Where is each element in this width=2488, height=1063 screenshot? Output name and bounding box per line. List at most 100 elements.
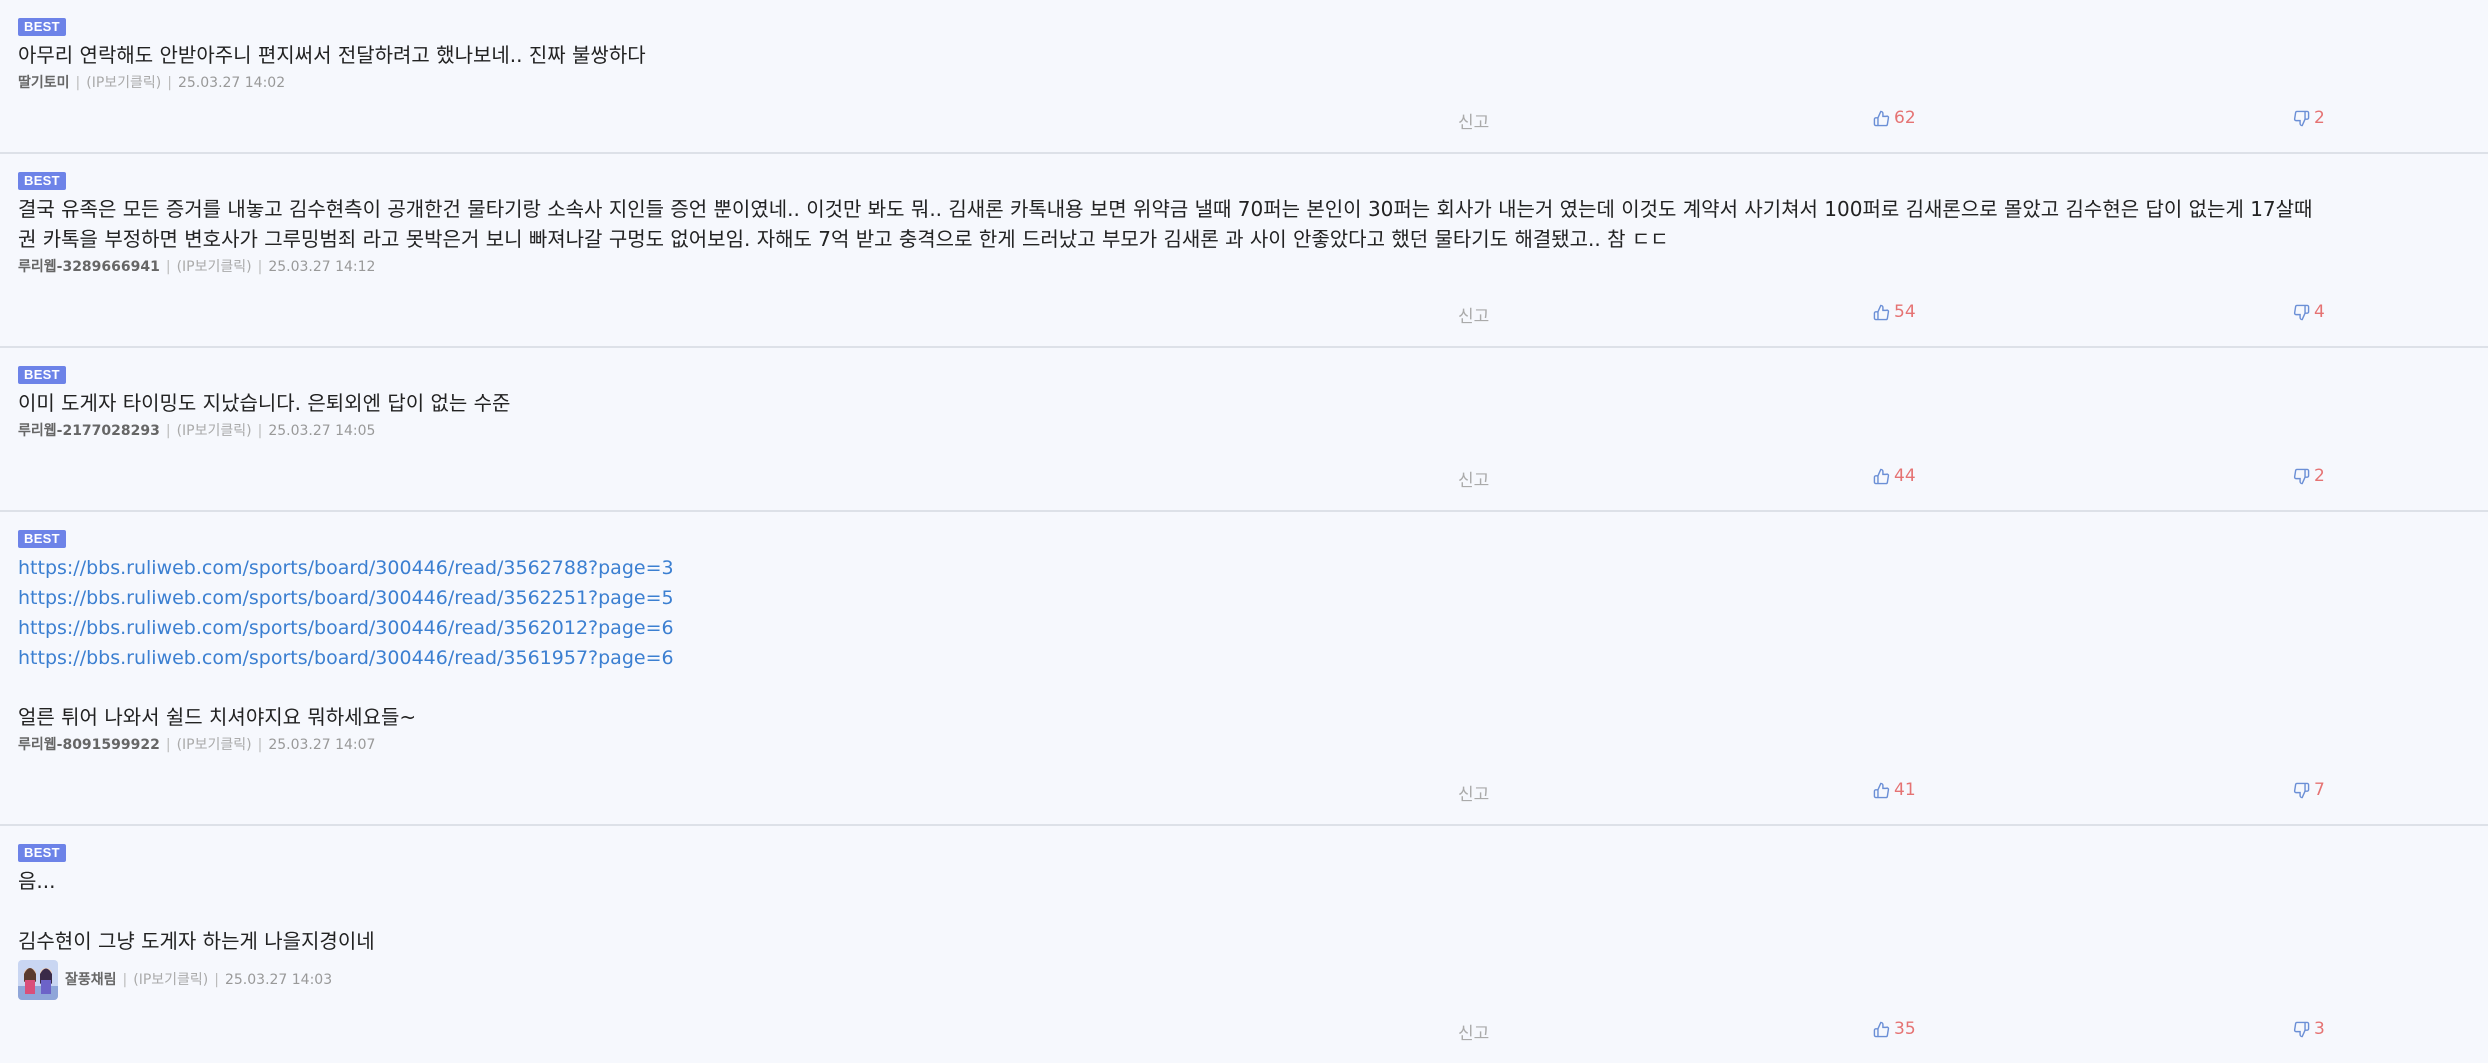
comment-link[interactable]: https://bbs.ruliweb.com/sports/board/300…	[18, 557, 674, 579]
comment-meta: 루리웹-3289666941 | (IP보기클릭) | 25.03.27 14:…	[18, 256, 2488, 278]
comment-item: BEST 결국 유족은 모든 증거를 내놓고 김수현측이 공개한건 물타기랑 소…	[0, 154, 2488, 348]
dislike-count: 3	[2314, 1019, 2325, 1039]
comment-actions: 신고 41 7	[0, 780, 2488, 805]
like-count: 44	[1894, 466, 1916, 486]
comment-link-line: https://bbs.ruliweb.com/sports/board/300…	[18, 582, 2488, 612]
comment-time: 25.03.27 14:07	[268, 737, 376, 753]
best-badge: BEST	[18, 18, 66, 36]
comment-link-line: https://bbs.ruliweb.com/sports/board/300…	[18, 552, 2488, 582]
author-name[interactable]: 루리웹-3289666941	[18, 256, 160, 278]
like-button[interactable]: 44	[1873, 466, 1916, 486]
like-count: 41	[1894, 780, 1916, 800]
meta-separator: |	[122, 972, 128, 988]
dislike-count: 2	[2314, 466, 2325, 486]
dislike-button[interactable]: 4	[2293, 302, 2325, 322]
best-badge: BEST	[18, 530, 66, 548]
comment-text: 아무리 연락해도 안받아주니 편지써서 전달하려고 했나보네.. 진짜 불쌍하다	[18, 40, 2488, 70]
comment-link[interactable]: https://bbs.ruliweb.com/sports/board/300…	[18, 617, 674, 639]
author-name[interactable]: 루리웹-8091599922	[18, 734, 160, 756]
best-badge: BEST	[18, 844, 66, 862]
dislike-count: 2	[2314, 108, 2325, 128]
comment-time: 25.03.27 14:12	[268, 259, 376, 275]
comment-line: 이미 도게자 타이밍도 지났습니다. 은퇴외엔 답이 없는 수준	[18, 391, 511, 415]
report-button[interactable]: 신고	[1458, 1019, 1489, 1044]
thumbs-down-icon	[2293, 110, 2310, 126]
thumbs-down-icon	[2293, 1021, 2310, 1037]
comment-text: 음... 김수현이 그냥 도게자 하는게 나을지경이네	[18, 866, 2488, 956]
dislike-count: 4	[2314, 302, 2325, 322]
comment-meta: 딸기토미 | (IP보기클릭) | 25.03.27 14:02	[18, 72, 2488, 94]
ip-view-link[interactable]: (IP보기클릭)	[177, 256, 252, 278]
comment-line: 얼른 튀어 나와서 쉴드 치셔야지요 뭐하세요들~	[18, 705, 417, 729]
thumbs-up-icon	[1873, 110, 1890, 126]
thumbs-down-icon	[2293, 468, 2310, 484]
comment-text: 이미 도게자 타이밍도 지났습니다. 은퇴외엔 답이 없는 수준	[18, 388, 2488, 418]
like-count: 35	[1894, 1019, 1916, 1039]
comment-line: 김수현이 그냥 도게자 하는게 나을지경이네	[18, 929, 375, 953]
meta-separator: |	[214, 972, 219, 988]
comment-meta: 루리웹-8091599922 | (IP보기클릭) | 25.03.27 14:…	[18, 734, 2488, 756]
comment-item: BEST 아무리 연락해도 안받아주니 편지써서 전달하려고 했나보네.. 진짜…	[0, 0, 2488, 154]
comment-line: 음...	[18, 869, 56, 893]
comment-actions: 신고 35 3	[0, 1019, 2488, 1044]
author-name[interactable]: 잘풍채림	[65, 969, 117, 991]
comment-time: 25.03.27 14:02	[177, 75, 286, 91]
like-button[interactable]: 41	[1873, 780, 1916, 800]
comment-actions: 신고 62 2	[0, 108, 2488, 133]
meta-separator: |	[257, 423, 263, 439]
ip-view-link[interactable]: (IP보기클릭)	[177, 734, 252, 756]
thumbs-up-icon	[1873, 304, 1890, 320]
comment-link[interactable]: https://bbs.ruliweb.com/sports/board/300…	[18, 647, 674, 669]
meta-separator: |	[165, 737, 171, 753]
comment-link-line: https://bbs.ruliweb.com/sports/board/300…	[18, 642, 2488, 672]
thumbs-up-icon	[1873, 468, 1890, 484]
comment-meta: 잘풍채림 | (IP보기클릭) | 25.03.27 14:03	[18, 960, 2488, 1000]
report-button[interactable]: 신고	[1458, 466, 1489, 491]
report-button[interactable]: 신고	[1458, 108, 1489, 133]
meta-separator: |	[165, 423, 171, 439]
comment-line: 결국 유족은 모든 증거를 내놓고 김수현측이 공개한건 물타기랑 소속사 지인…	[18, 197, 2313, 221]
like-count: 54	[1894, 302, 1916, 322]
comment-link[interactable]: https://bbs.ruliweb.com/sports/board/300…	[18, 587, 674, 609]
author-name[interactable]: 루리웹-2177028293	[18, 420, 160, 442]
like-count: 62	[1894, 108, 1916, 128]
comment-item: BEST 음... 김수현이 그냥 도게자 하는게 나을지경이네 잘풍채림 | …	[0, 826, 2488, 1063]
comment-text: 결국 유족은 모든 증거를 내놓고 김수현측이 공개한건 물타기랑 소속사 지인…	[18, 194, 2488, 254]
comment-actions: 신고 54 4	[0, 302, 2488, 327]
meta-separator: |	[257, 737, 263, 753]
report-button[interactable]: 신고	[1458, 780, 1489, 805]
meta-separator: |	[257, 259, 263, 275]
comment-item: BEST 이미 도게자 타이밍도 지났습니다. 은퇴외엔 답이 없는 수준 루리…	[0, 348, 2488, 512]
meta-separator: |	[75, 75, 81, 91]
dislike-count: 7	[2314, 780, 2325, 800]
like-button[interactable]: 35	[1873, 1019, 1916, 1039]
ip-view-link[interactable]: (IP보기클릭)	[177, 420, 252, 442]
best-badge: BEST	[18, 366, 66, 384]
like-button[interactable]: 54	[1873, 302, 1916, 322]
user-avatar[interactable]	[18, 960, 58, 1000]
dislike-button[interactable]: 2	[2293, 108, 2325, 128]
ip-view-link[interactable]: (IP보기클릭)	[86, 72, 161, 94]
thumbs-up-icon	[1873, 1021, 1890, 1037]
comment-item: BEST https://bbs.ruliweb.com/sports/boar…	[0, 512, 2488, 826]
comment-actions: 신고 44 2	[0, 466, 2488, 491]
thumbs-down-icon	[2293, 304, 2310, 320]
comment-line: 권 카톡을 부정하면 변호사가 그루밍범죄 라고 못박은거 보니 빠져나갈 구멍…	[18, 227, 1669, 251]
comment-line: 아무리 연락해도 안받아주니 편지써서 전달하려고 했나보네.. 진짜 불쌍하다	[18, 43, 646, 67]
report-button[interactable]: 신고	[1458, 302, 1489, 327]
thumbs-up-icon	[1873, 782, 1890, 798]
best-badge: BEST	[18, 172, 66, 190]
thumbs-down-icon	[2293, 782, 2310, 798]
author-name[interactable]: 딸기토미	[18, 72, 70, 94]
comment-link-line: https://bbs.ruliweb.com/sports/board/300…	[18, 612, 2488, 642]
ip-view-link[interactable]: (IP보기클릭)	[133, 969, 208, 991]
dislike-button[interactable]: 7	[2293, 780, 2325, 800]
dislike-button[interactable]: 3	[2293, 1019, 2325, 1039]
like-button[interactable]: 62	[1873, 108, 1916, 128]
comment-time: 25.03.27 14:05	[268, 423, 376, 439]
dislike-button[interactable]: 2	[2293, 466, 2325, 486]
meta-separator: |	[167, 75, 172, 91]
meta-separator: |	[165, 259, 171, 275]
